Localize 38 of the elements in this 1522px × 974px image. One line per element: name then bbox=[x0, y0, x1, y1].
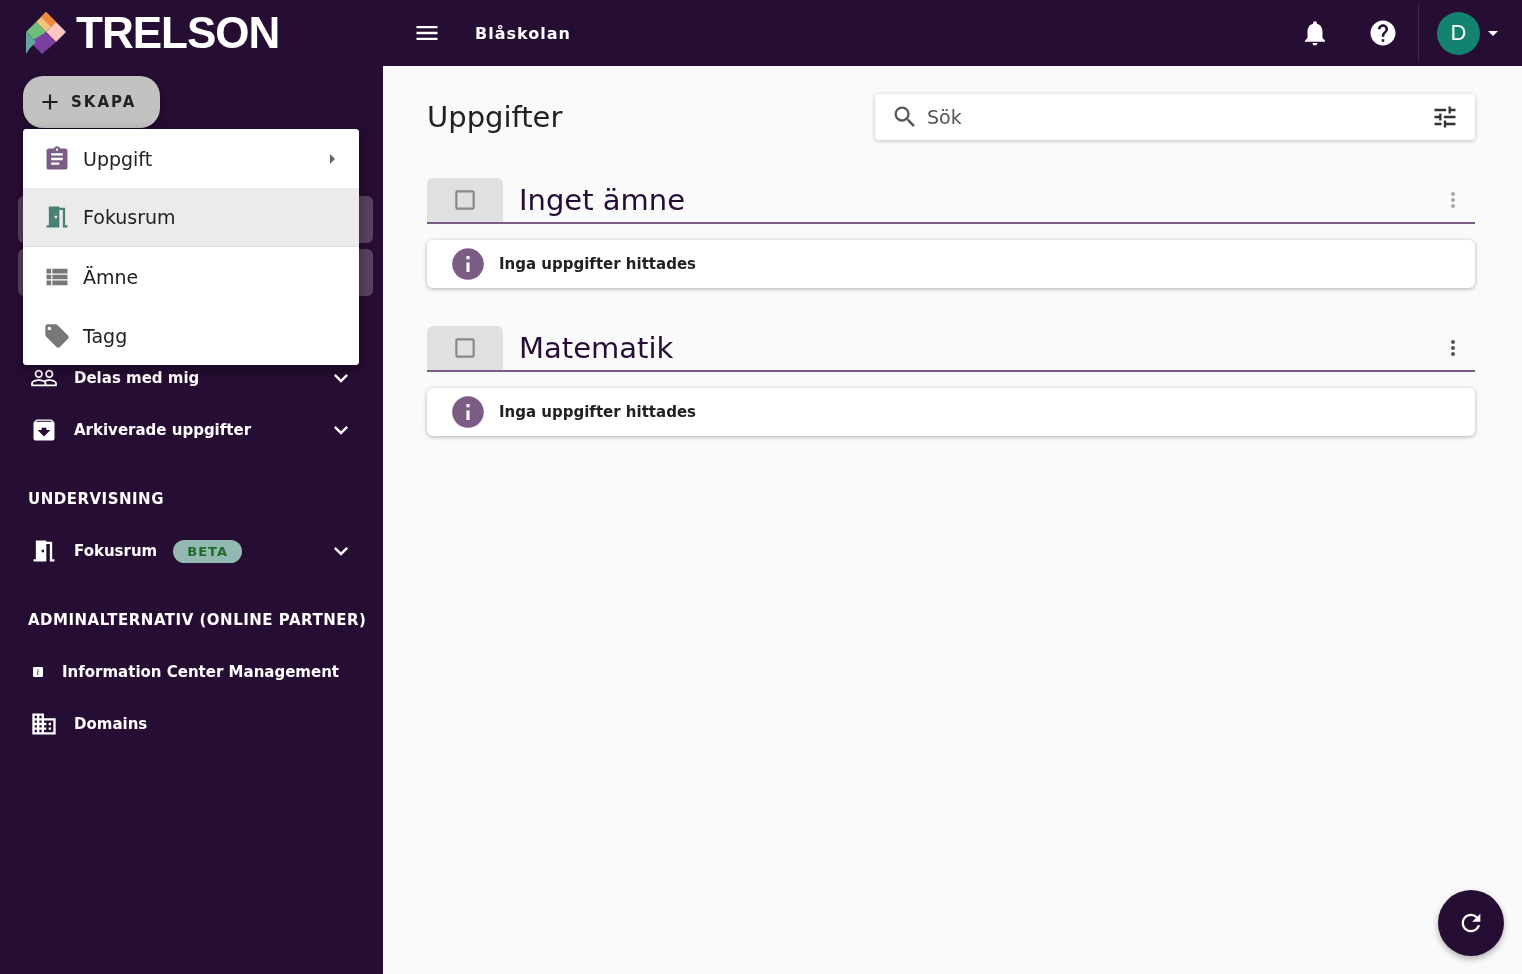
info-icon bbox=[449, 393, 487, 431]
empty-box-icon bbox=[452, 187, 478, 213]
message-text: Inga uppgifter hittades bbox=[499, 255, 696, 273]
help-button[interactable] bbox=[1368, 18, 1398, 48]
refresh-button[interactable] bbox=[1438, 890, 1504, 956]
checkbox[interactable] bbox=[427, 326, 503, 370]
avatar: D bbox=[1437, 11, 1480, 55]
search-field[interactable]: Sök bbox=[875, 94, 1475, 140]
nav-link[interactable]: Delas med mig bbox=[74, 369, 200, 387]
tag-icon bbox=[43, 321, 71, 350]
more-icon bbox=[1451, 192, 1455, 208]
beta-badge: BETA bbox=[173, 539, 242, 563]
checkbox[interactable] bbox=[427, 178, 503, 222]
submenu-arrow-icon bbox=[330, 153, 335, 164]
nav-link[interactable]: Information Center Management bbox=[62, 663, 339, 681]
group-title: Inget ämne bbox=[519, 183, 686, 217]
menu-item[interactable]: Fokusrum bbox=[23, 188, 359, 247]
menu-item[interactable]: Ämne bbox=[23, 247, 359, 306]
page-title: Uppgifter bbox=[427, 100, 563, 134]
empty-box-icon bbox=[452, 335, 478, 361]
create-button[interactable]: SKAPA bbox=[23, 76, 161, 128]
nav-link[interactable]: Fokusrum bbox=[74, 542, 158, 560]
info-icon bbox=[449, 245, 487, 283]
section-heading: UNDERVISNING bbox=[27, 489, 165, 510]
menu-item[interactable]: Tagg bbox=[23, 306, 359, 365]
group-title: Matematik bbox=[519, 331, 675, 365]
section-heading: ADMINALTERNATIV (ONLINE PARTNER) bbox=[27, 610, 368, 631]
account-button[interactable]: D bbox=[1437, 11, 1498, 55]
logo-icon bbox=[24, 12, 68, 54]
nav-link[interactable]: Arkiverade uppgifter bbox=[74, 421, 252, 439]
logo-text: TRELSON bbox=[76, 8, 280, 58]
message-text: Inga uppgifter hittades bbox=[499, 403, 696, 421]
caret-icon bbox=[1488, 30, 1498, 36]
more-icon bbox=[1451, 340, 1455, 356]
nav-link[interactable]: Domains bbox=[74, 715, 148, 733]
school-name: Blåskolan bbox=[475, 23, 571, 43]
menu-item[interactable]: Uppgift bbox=[23, 129, 359, 188]
more-button[interactable] bbox=[1451, 340, 1455, 356]
